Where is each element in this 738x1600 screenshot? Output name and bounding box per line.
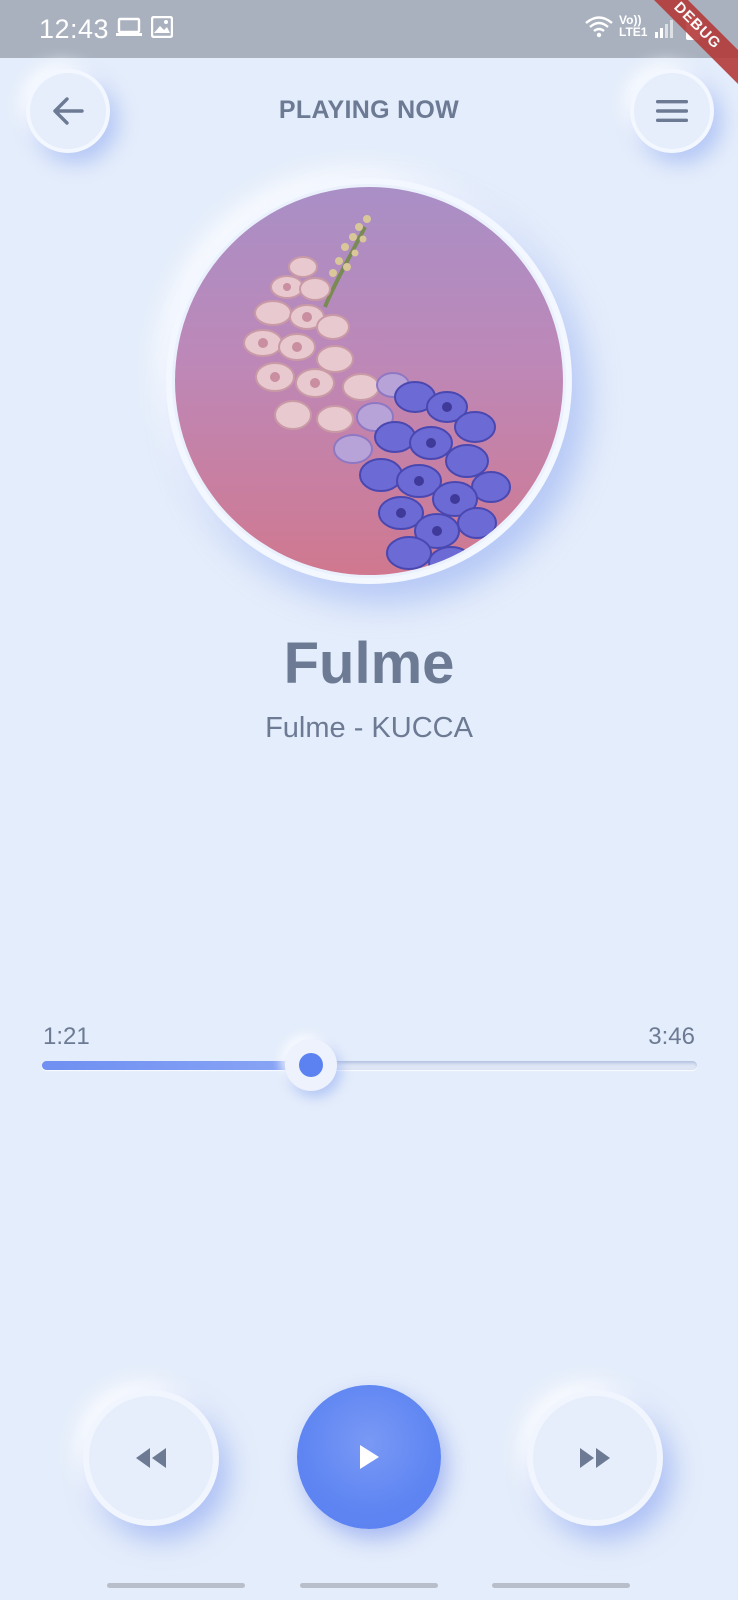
play-icon xyxy=(360,1445,379,1469)
fast-forward-icon xyxy=(580,1448,610,1468)
network-label-line2: LTE1 xyxy=(619,25,648,39)
wifi-icon xyxy=(585,16,613,38)
nav-back-pill[interactable] xyxy=(492,1583,630,1588)
foxglove-flower-image xyxy=(243,215,511,575)
rewind-button[interactable] xyxy=(83,1390,219,1526)
page-title: PLAYING NOW xyxy=(278,96,460,124)
seek-bar-thumb[interactable] xyxy=(284,1039,337,1091)
album-art xyxy=(175,187,563,575)
play-button[interactable] xyxy=(297,1385,441,1529)
nav-recents-pill[interactable] xyxy=(107,1583,245,1588)
seek-bar-thumb-dot xyxy=(298,1053,323,1077)
menu-button[interactable] xyxy=(630,69,714,153)
menu-icon xyxy=(656,100,688,122)
status-time: 12:43 xyxy=(39,14,110,44)
image-icon xyxy=(151,16,173,38)
total-time: 3:46 xyxy=(648,1023,695,1050)
song-subtitle: Fulme - KUCCA xyxy=(265,712,473,744)
nav-home-pill[interactable] xyxy=(300,1583,438,1588)
fast-forward-button[interactable] xyxy=(527,1390,663,1526)
status-bar: 12:43 Vo)) LTE1 xyxy=(0,0,738,58)
laptop-icon xyxy=(116,17,142,36)
network-type-icon: Vo)) LTE1 xyxy=(619,14,647,38)
rewind-icon xyxy=(136,1448,166,1468)
current-time: 1:21 xyxy=(43,1023,90,1050)
signal-icon xyxy=(655,20,673,38)
song-title: Fulme xyxy=(283,631,455,696)
seek-bar-progress xyxy=(42,1061,311,1070)
seek-bar[interactable] xyxy=(42,1061,697,1070)
